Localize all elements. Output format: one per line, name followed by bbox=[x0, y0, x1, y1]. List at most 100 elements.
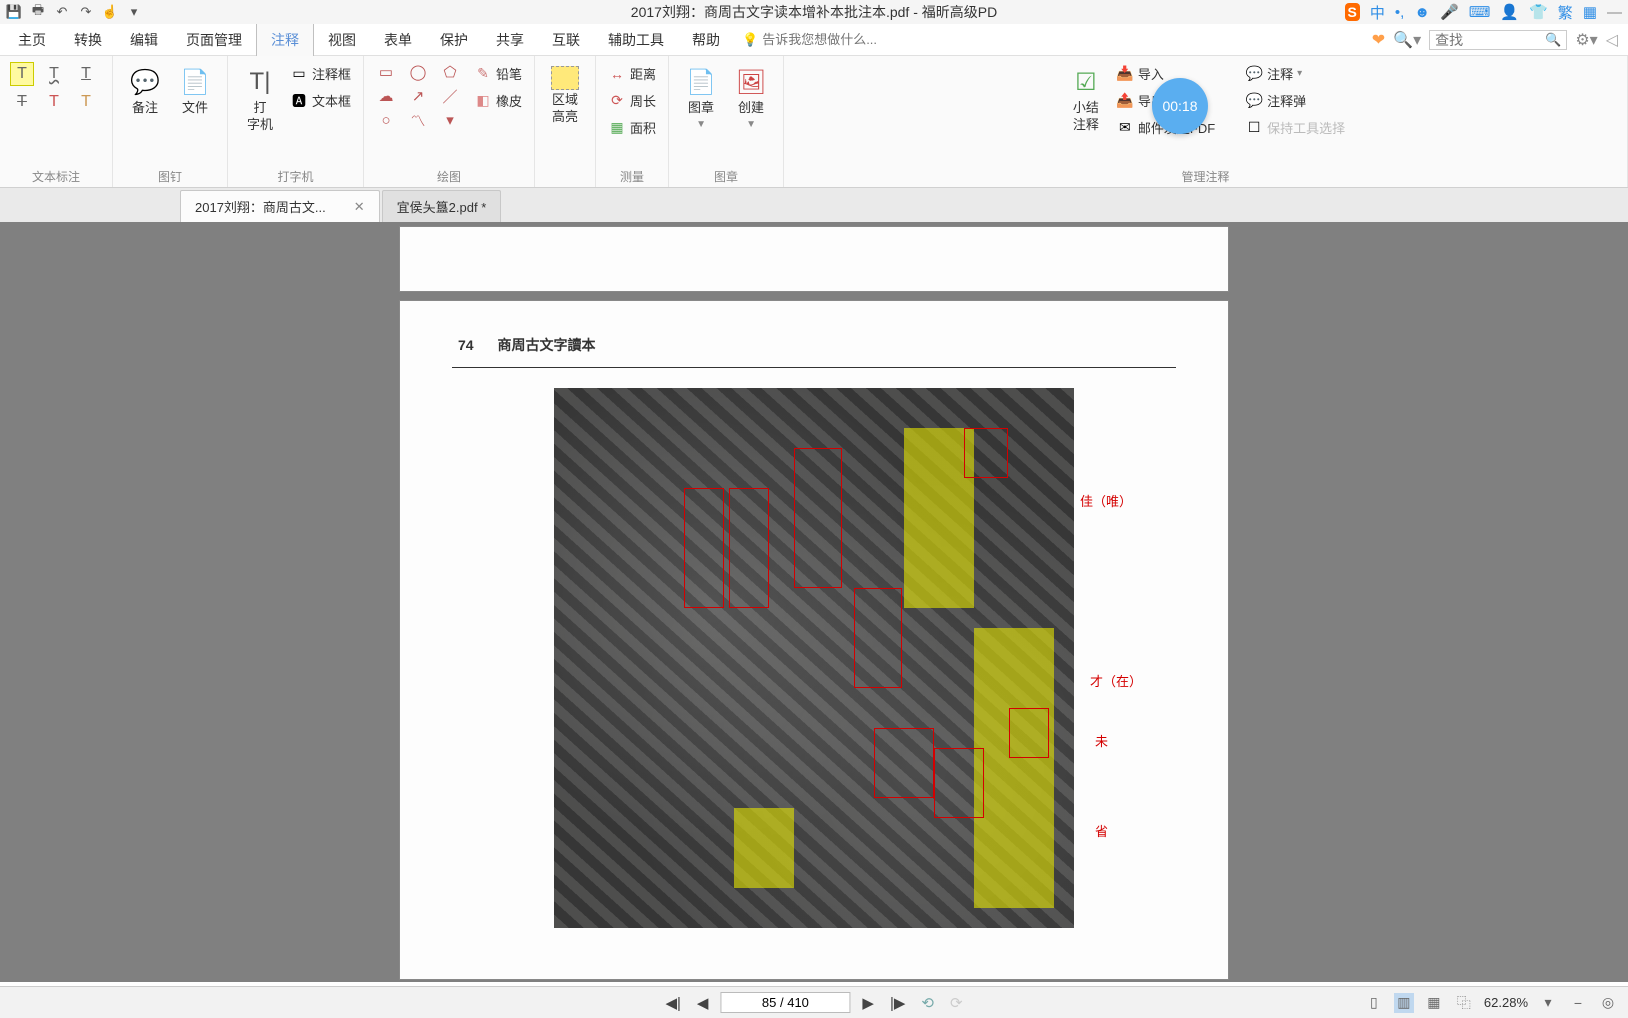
first-page-icon[interactable]: ◀| bbox=[661, 992, 684, 1014]
ime-mic-icon[interactable]: 🎤 bbox=[1440, 3, 1459, 21]
recording-timer[interactable]: 00:18 bbox=[1152, 78, 1208, 134]
area-highlight-button[interactable]: 区域 高亮 bbox=[545, 62, 585, 130]
menu-convert[interactable]: 转换 bbox=[60, 24, 116, 56]
menu-page[interactable]: 页面管理 bbox=[172, 24, 256, 56]
anno-text[interactable]: 未 bbox=[1095, 731, 1108, 750]
ime-grid-icon[interactable]: ▦ bbox=[1583, 3, 1597, 21]
ime-keyboard-icon[interactable]: ⌨ bbox=[1469, 3, 1491, 21]
keep-tool-checkbox[interactable]: ☐保持工具选择 bbox=[1243, 116, 1347, 139]
ime-shirt-icon[interactable]: 👕 bbox=[1529, 3, 1548, 21]
zoom-fit-icon[interactable]: ◎ bbox=[1598, 993, 1618, 1013]
zoom-minus-icon[interactable]: − bbox=[1568, 993, 1588, 1013]
note-button[interactable]: 💬 备注 bbox=[123, 62, 167, 121]
ellipse2-icon[interactable]: ○ bbox=[374, 110, 398, 130]
summary-button[interactable]: ☑ 小结 注释 bbox=[1064, 62, 1108, 138]
menu-home[interactable]: 主页 bbox=[4, 24, 60, 56]
menu-help[interactable]: 帮助 bbox=[678, 24, 734, 56]
more-shapes-icon[interactable]: ▾ bbox=[438, 110, 462, 130]
annot-panel-button[interactable]: 💬注释▾ bbox=[1243, 62, 1347, 85]
ime-badge-icon[interactable]: S bbox=[1345, 3, 1360, 21]
stamp-button[interactable]: 📄 图章 ▼ bbox=[679, 62, 723, 134]
annot-box[interactable] bbox=[684, 488, 724, 608]
settings-glass-icon[interactable]: 🔍▾ bbox=[1393, 30, 1421, 50]
ime-emoji-icon[interactable]: ☻ bbox=[1414, 4, 1430, 21]
options-icon[interactable]: ⚙▾ bbox=[1575, 30, 1597, 50]
arrow-icon[interactable]: ↗ bbox=[406, 86, 430, 106]
annot-popup-button[interactable]: 💬注释弹 bbox=[1243, 89, 1347, 112]
highlight-icon[interactable]: T bbox=[10, 62, 34, 86]
cloud-icon[interactable]: ☁ bbox=[374, 86, 398, 106]
annot-box[interactable] bbox=[964, 428, 1008, 478]
polyline-icon[interactable]: 〽 bbox=[406, 110, 430, 130]
annot-box[interactable] bbox=[729, 488, 769, 608]
anno-text[interactable]: 省 bbox=[1095, 821, 1108, 840]
menu-share[interactable]: 共享 bbox=[482, 24, 538, 56]
continuous-icon[interactable]: ▥ bbox=[1394, 993, 1414, 1013]
area-button[interactable]: ▦面积 bbox=[606, 116, 658, 139]
save-icon[interactable]: 💾 bbox=[6, 4, 22, 20]
polygon-icon[interactable]: ⬠ bbox=[438, 62, 462, 82]
redo-icon[interactable]: ↷ bbox=[78, 4, 94, 20]
print-icon[interactable]: 🖶 bbox=[30, 4, 46, 20]
menu-protect[interactable]: 保护 bbox=[426, 24, 482, 56]
find-input[interactable] bbox=[1435, 32, 1545, 48]
close-icon[interactable]: ✕ bbox=[354, 199, 365, 215]
tab-second[interactable]: 宜侯夨簋2.pdf * bbox=[382, 190, 502, 222]
ime-punct-icon[interactable]: •, bbox=[1395, 4, 1404, 21]
last-page-icon[interactable]: |▶ bbox=[886, 992, 909, 1014]
single-page-icon[interactable]: ▯ bbox=[1364, 993, 1384, 1013]
line-icon[interactable]: ／ bbox=[438, 86, 462, 106]
minimize-icon[interactable]: — bbox=[1607, 4, 1622, 21]
typewriter-button[interactable]: T| 打 字机 bbox=[238, 62, 282, 138]
undo-icon[interactable]: ↶ bbox=[54, 4, 70, 20]
perimeter-button[interactable]: ⟳周长 bbox=[606, 89, 658, 112]
tell-me[interactable]: 💡 bbox=[742, 32, 922, 48]
distance-button[interactable]: ↔距离 bbox=[606, 62, 658, 85]
menu-view[interactable]: 视图 bbox=[314, 24, 370, 56]
zoom-out-icon[interactable]: ▾ bbox=[1538, 993, 1558, 1013]
rect-icon[interactable]: ▭ bbox=[374, 62, 398, 82]
find-box[interactable]: 🔍 bbox=[1429, 30, 1567, 50]
document-viewport[interactable]: 74 商周古文字讀本 佳（唯） 才（在） 未 bbox=[0, 222, 1628, 982]
qat-dropdown-icon[interactable]: ▾ bbox=[126, 4, 142, 20]
annot-box[interactable] bbox=[794, 448, 842, 588]
facing-cont-icon[interactable]: ⿻ bbox=[1454, 993, 1474, 1013]
ime-lang-icon[interactable]: 中 bbox=[1370, 2, 1385, 23]
pencil-button[interactable]: ✎铅笔 bbox=[472, 62, 524, 85]
underline-icon[interactable]: T bbox=[74, 62, 98, 86]
strike-icon[interactable]: T bbox=[10, 90, 34, 114]
insert-icon[interactable]: T bbox=[74, 90, 98, 114]
view-back-icon[interactable]: ⟲ bbox=[917, 992, 938, 1014]
hand-icon[interactable]: ☝ bbox=[102, 4, 118, 20]
next-page-icon[interactable]: ▶ bbox=[858, 992, 878, 1014]
annot-box[interactable] bbox=[934, 748, 984, 818]
annot-frame-button[interactable]: ▭注释框 bbox=[288, 62, 353, 85]
squiggle-icon[interactable]: T bbox=[42, 62, 66, 86]
prev-page-icon[interactable]: ◀ bbox=[693, 992, 713, 1014]
ime-trad-icon[interactable]: 繁 bbox=[1558, 2, 1573, 23]
tell-me-input[interactable] bbox=[762, 32, 922, 47]
anno-text[interactable]: 佳（唯） bbox=[1080, 491, 1132, 510]
zoom-value[interactable]: 62.28% bbox=[1484, 995, 1528, 1010]
annot-box[interactable] bbox=[874, 728, 934, 798]
search-icon[interactable]: 🔍 bbox=[1545, 32, 1561, 48]
nav-prev-icon[interactable]: ◁ bbox=[1606, 30, 1618, 50]
page-input[interactable] bbox=[720, 992, 850, 1013]
heart-icon[interactable]: ❤ bbox=[1372, 30, 1385, 50]
oval-icon[interactable]: ◯ bbox=[406, 62, 430, 82]
text-frame-button[interactable]: 🅰文本框 bbox=[288, 89, 353, 112]
annot-box[interactable] bbox=[1009, 708, 1049, 758]
menu-form[interactable]: 表单 bbox=[370, 24, 426, 56]
menu-connect[interactable]: 互联 bbox=[538, 24, 594, 56]
create-stamp-button[interactable]: 🖼 创建 ▼ bbox=[729, 62, 773, 134]
menu-edit[interactable]: 编辑 bbox=[116, 24, 172, 56]
ime-person-icon[interactable]: 👤 bbox=[1500, 3, 1519, 21]
replace-icon[interactable]: T bbox=[42, 90, 66, 114]
facing-icon[interactable]: ▦ bbox=[1424, 993, 1444, 1013]
tab-active[interactable]: 2017刘翔：商周古文... ✕ bbox=[180, 190, 380, 222]
view-fwd-icon[interactable]: ⟳ bbox=[946, 992, 967, 1014]
annot-box[interactable] bbox=[854, 588, 902, 688]
menu-comment[interactable]: 注释 bbox=[256, 23, 314, 56]
file-attach-button[interactable]: 📄 文件 bbox=[173, 62, 217, 121]
menu-access[interactable]: 辅助工具 bbox=[594, 24, 678, 56]
